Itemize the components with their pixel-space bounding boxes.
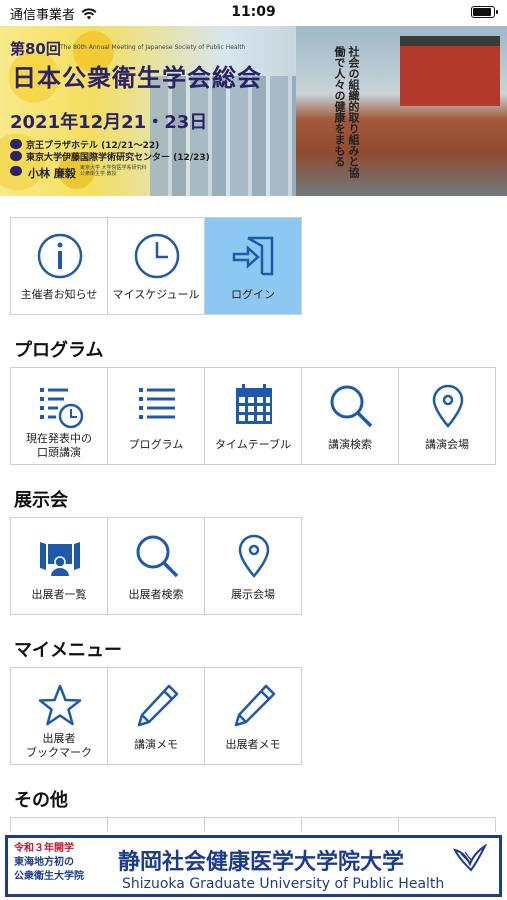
tile-current-oral[interactable]: 現在発表中の 口頭講演 [10, 367, 108, 465]
battery-icon [471, 6, 498, 18]
banner-venue-2: 東京大学伊藤国際学術研究センター (12/23) [26, 153, 210, 163]
banner-title: 日本公衆衛生学会総会 [12, 64, 262, 92]
venue-badge [10, 139, 22, 149]
search-icon [136, 535, 179, 578]
banner-subtitle-en: The 80th Annual Meeting of Japanese Soci… [60, 44, 246, 51]
tile-other[interactable] [10, 817, 108, 832]
pencil-icon [137, 684, 179, 727]
tile-organizer-news[interactable]: 主催者お知らせ [10, 217, 108, 315]
section-title-my-menu: マイメニュー [14, 640, 122, 661]
ad-banner[interactable]: 令和３年開学 東海地方初の 公衆衛生大学院 静岡社会健康医学大学院大学 Shiz… [0, 832, 507, 900]
status-bar: 通信事業者 11:09 [0, 0, 507, 26]
tile-my-schedule[interactable]: マイスケジュール [107, 217, 205, 315]
tile-label: 出展者 ブックマーク [26, 732, 92, 759]
info-icon [37, 233, 83, 279]
tile-timetable[interactable]: タイムテーブル [204, 367, 302, 465]
tile-program[interactable]: プログラム [107, 367, 205, 465]
tile-exhibitor-memo[interactable]: 出展者メモ [204, 667, 302, 765]
tile-label: 出展者一覧 [31, 588, 87, 601]
banner-ordinal: 第80回 [10, 40, 61, 58]
tile-label: 出展者メモ [225, 738, 281, 751]
tile-exhibition-venue[interactable]: 展示会場 [204, 517, 302, 615]
banner-slogan: 社会の組織的取り組みと協働で人々の健康をまもる [333, 46, 360, 178]
red-gate-image [400, 36, 500, 106]
bird-logo-icon [453, 844, 487, 872]
star-icon [38, 684, 82, 726]
tile-lecture-search[interactable]: 講演検索 [301, 367, 399, 465]
tile-label: ログイン [231, 288, 275, 301]
banner-date: 2021年12月21・23日 [10, 112, 208, 133]
map-pin-icon [432, 384, 464, 428]
banner-chair-affiliation: 東京大学 大学院医学系研究科 公衆衛生学 教授 [80, 165, 147, 177]
tile-other[interactable] [204, 817, 302, 832]
tile-label: マイスケジュール [112, 288, 200, 301]
tile-login[interactable]: ログイン [204, 217, 302, 315]
tile-lecture-venue[interactable]: 講演会場 [398, 367, 496, 465]
chair-badge [10, 166, 22, 176]
tile-label: 現在発表中の 口頭講演 [26, 432, 92, 459]
ad-university-name-en: Shizuoka Graduate University of Public H… [122, 876, 445, 892]
search-icon [330, 385, 373, 428]
battery-level [473, 8, 491, 16]
banner-chair: 小林 廉毅 [28, 167, 76, 180]
status-time: 11:09 [231, 4, 276, 20]
schedule-list-icon [40, 388, 84, 429]
section-title-program: プログラム [14, 340, 104, 361]
tile-exhibitor-bookmark[interactable]: 出展者 ブックマーク [10, 667, 108, 765]
ad-frame: 令和３年開学 東海地方初の 公衆衛生大学院 静岡社会健康医学大学院大学 Shiz… [5, 835, 502, 897]
section-title-exhibition: 展示会 [14, 490, 68, 511]
tile-label: プログラム [128, 438, 184, 451]
menu-content: 主催者お知らせ マイスケジュール ログイン プログラム 現在発表中の 口頭講演 [0, 196, 507, 832]
tile-label: タイムテーブル [214, 438, 292, 451]
pencil-icon [234, 684, 276, 727]
ad-tagline: 令和３年開学 東海地方初の 公衆衛生大学院 [14, 842, 84, 884]
tile-exhibitor-search[interactable]: 出展者検索 [107, 517, 205, 615]
tile-other[interactable] [398, 817, 496, 832]
tile-label: 展示会場 [231, 588, 275, 601]
calendar-icon [236, 384, 272, 424]
tile-label: 講演メモ [134, 738, 178, 751]
tile-label: 主催者お知らせ [20, 288, 98, 301]
tile-lecture-memo[interactable]: 講演メモ [107, 667, 205, 765]
tile-other[interactable] [107, 817, 205, 832]
section-title-other: その他 [14, 790, 68, 811]
list-icon [139, 388, 175, 419]
tile-label: 出展者検索 [128, 588, 184, 601]
ad-line-3: 公衆衛生大学院 [14, 871, 84, 882]
ad-line-1: 令和３年開学 [14, 843, 74, 854]
exhibitor-icon [40, 542, 80, 576]
map-pin-icon [238, 534, 270, 578]
tile-other[interactable] [301, 817, 399, 832]
tile-exhibitor-list[interactable]: 出展者一覧 [10, 517, 108, 615]
clock-icon [134, 233, 180, 279]
ad-university-name-jp: 静岡社会健康医学大学院大学 [118, 849, 405, 875]
tile-label: 講演検索 [328, 438, 372, 451]
login-icon [232, 236, 274, 276]
city-skyline-image [150, 76, 300, 196]
venue-badge [10, 151, 22, 161]
ad-line-2: 東海地方初の [14, 857, 74, 868]
tile-label: 講演会場 [425, 438, 469, 451]
conference-banner: 社会の組織的取り組みと協働で人々の健康をまもる 第80回 The 80th An… [0, 26, 507, 196]
